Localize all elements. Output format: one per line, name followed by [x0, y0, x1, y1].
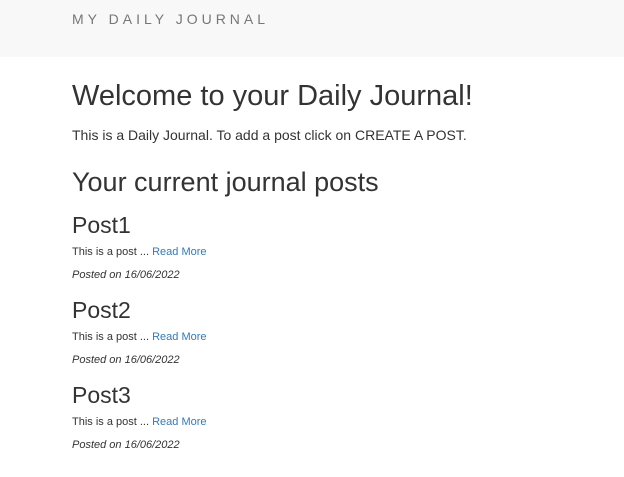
post-item: Post1 This is a post ... Read More Poste…: [72, 212, 472, 292]
post-excerpt-text: This is a post ...: [72, 246, 150, 258]
post-title: Post3: [72, 382, 131, 408]
posts-heading: Your current journal posts: [72, 167, 379, 197]
post-date: Posted on 16/06/2022: [72, 439, 180, 451]
post-excerpt-text: This is a post ...: [72, 331, 150, 343]
post-date: Posted on 16/06/2022: [72, 354, 180, 366]
post-excerpt: This is a post ... Read More: [72, 416, 207, 429]
brand-link[interactable]: MY DAILY JOURNAL: [72, 11, 269, 27]
post-date: Posted on 16/06/2022: [72, 269, 180, 281]
page-title: Welcome to your Daily Journal!: [72, 80, 473, 112]
intro-text: This is a Daily Journal. To add a post c…: [72, 127, 467, 143]
post-title: Post1: [72, 212, 131, 238]
post-excerpt: This is a post ... Read More: [72, 246, 207, 259]
post-excerpt-text: This is a post ...: [72, 416, 150, 428]
post-item: Post3 This is a post ... Read More Poste…: [72, 382, 472, 462]
read-more-link[interactable]: Read More: [152, 331, 206, 343]
navbar: MY DAILY JOURNAL: [0, 0, 624, 57]
read-more-link[interactable]: Read More: [152, 246, 206, 258]
read-more-link[interactable]: Read More: [152, 416, 206, 428]
post-item: Post2 This is a post ... Read More Poste…: [72, 297, 472, 377]
post-excerpt: This is a post ... Read More: [72, 331, 207, 344]
post-title: Post2: [72, 297, 131, 323]
